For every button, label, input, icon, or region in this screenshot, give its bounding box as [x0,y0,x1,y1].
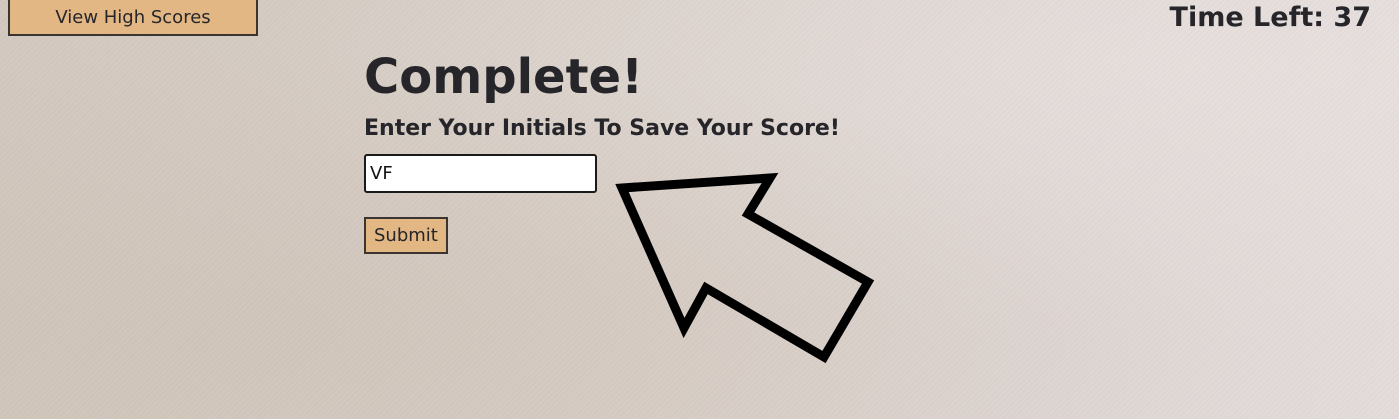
view-high-scores-button[interactable]: View High Scores [8,0,258,36]
time-left-display: Time Left: 37 [1169,2,1371,33]
initials-prompt: Enter Your Initials To Save Your Score! [364,116,840,141]
arrow-outline [615,172,875,364]
submit-button[interactable]: Submit [364,217,448,254]
page-title: Complete! [364,49,643,105]
arrow-pointer-icon [615,172,875,364]
initials-input[interactable] [364,154,597,193]
